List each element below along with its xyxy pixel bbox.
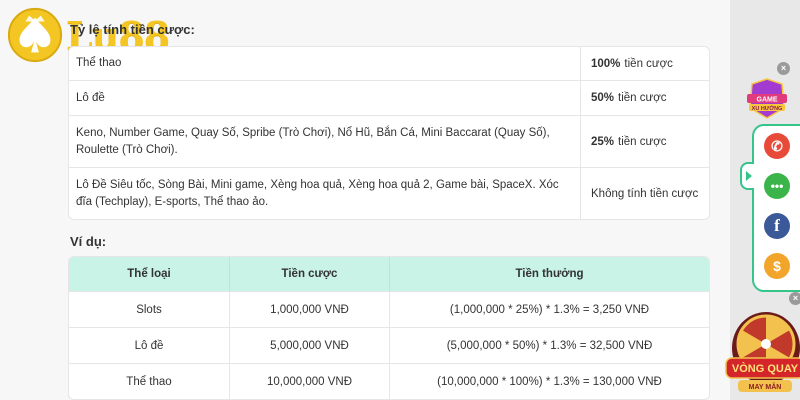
table-header: Thể loại Tiền cược Tiền thưởng	[69, 257, 709, 291]
bet-cell: 1,000,000 VNĐ	[230, 292, 390, 327]
rate-cell: 50% tiền cược	[581, 81, 709, 115]
facebook-icon[interactable]: f	[764, 213, 790, 239]
collapse-toggle[interactable]	[740, 162, 754, 190]
header-category: Thể loại	[69, 257, 230, 291]
table-row: Lô đề 50% tiền cược	[69, 81, 709, 116]
lucky-wheel-badge[interactable]: VÒNG QUAY MAY MẮN	[724, 300, 800, 400]
category-cell: Slots	[69, 292, 230, 327]
wheel-subtitle: MAY MẮN	[749, 382, 782, 391]
table-row: Thể thao 10,000,000 VNĐ (10,000,000 * 10…	[69, 363, 709, 399]
rate-value: 50%	[591, 92, 615, 104]
table-row: Slots 1,000,000 VNĐ (1,000,000 * 25%) * …	[69, 291, 709, 327]
table-row: Lô Đề Siêu tốc, Sòng Bài, Mini game, Xèn…	[69, 168, 709, 219]
rates-heading: Tỷ lệ tính tiền cược:	[70, 22, 195, 37]
games-cell: Keno, Number Game, Quay Số, Spribe (Trò …	[69, 116, 581, 167]
rate-cell: 25% tiền cược	[581, 116, 709, 167]
game-badge-subtext: XU HƯỚNG	[752, 104, 783, 112]
example-table: Thể loại Tiền cược Tiền thưởng Slots 1,0…	[68, 256, 710, 400]
category-cell: Thể thao	[69, 364, 230, 399]
coin-icon[interactable]: $	[764, 253, 790, 279]
table-row: Keno, Number Game, Quay Số, Spribe (Trò …	[69, 116, 709, 168]
table-row: Lô đề 5,000,000 VNĐ (5,000,000 * 50%) * …	[69, 327, 709, 363]
rate-suffix: Không tính tiền cược	[591, 187, 699, 200]
content-area: Lu88 Tỷ lệ tính tiền cược: Thể thao 100%…	[0, 0, 730, 400]
example-heading: Ví dụ:	[70, 234, 107, 249]
chat-icon[interactable]: •••	[764, 173, 790, 199]
rate-suffix: tiền cược	[624, 57, 673, 70]
reward-cell: (10,000,000 * 100%) * 1.3% = 130,000 VNĐ	[437, 375, 662, 388]
category-cell: Lô đề	[69, 328, 230, 363]
wheel-title: VÒNG QUAY	[732, 362, 799, 375]
spade-crown-icon	[7, 7, 63, 63]
close-icon[interactable]: ×	[777, 62, 790, 75]
games-cell: Lô Đề Siêu tốc, Sòng Bài, Mini game, Xèn…	[69, 168, 581, 219]
bet-cell: 5,000,000 VNĐ	[230, 328, 390, 363]
rate-value: 25%	[591, 135, 615, 148]
games-cell: Lô đề	[69, 81, 581, 115]
rate-suffix: tiền cược	[618, 92, 667, 104]
game-badge-text: GAME	[757, 97, 778, 104]
reward-cell: (1,000,000 * 25%) * 1.3% = 3,250 VNĐ	[449, 303, 650, 316]
table-row: Thể thao 100% tiền cược	[69, 47, 709, 81]
reward-cell: (5,000,000 * 50%) * 1.3% = 32,500 VNĐ	[446, 339, 653, 352]
games-cell: Thể thao	[69, 47, 581, 80]
rate-suffix: tiền cược	[618, 135, 667, 148]
phone-icon[interactable]: ✆	[764, 133, 790, 159]
chevron-right-icon	[746, 171, 752, 181]
rate-cell: Không tính tiền cược	[581, 168, 709, 219]
trending-game-badge[interactable]: GAME XU HƯỚNG	[744, 78, 790, 120]
bet-cell: 10,000,000 VNĐ	[230, 364, 390, 399]
rate-cell: 100% tiền cược	[581, 47, 709, 80]
rates-table: Thể thao 100% tiền cược Lô đề 50% tiền cượ…	[68, 46, 710, 220]
rate-value: 100%	[591, 57, 621, 70]
header-bet: Tiền cược	[230, 257, 390, 291]
header-reward: Tiền thưởng	[515, 268, 584, 280]
